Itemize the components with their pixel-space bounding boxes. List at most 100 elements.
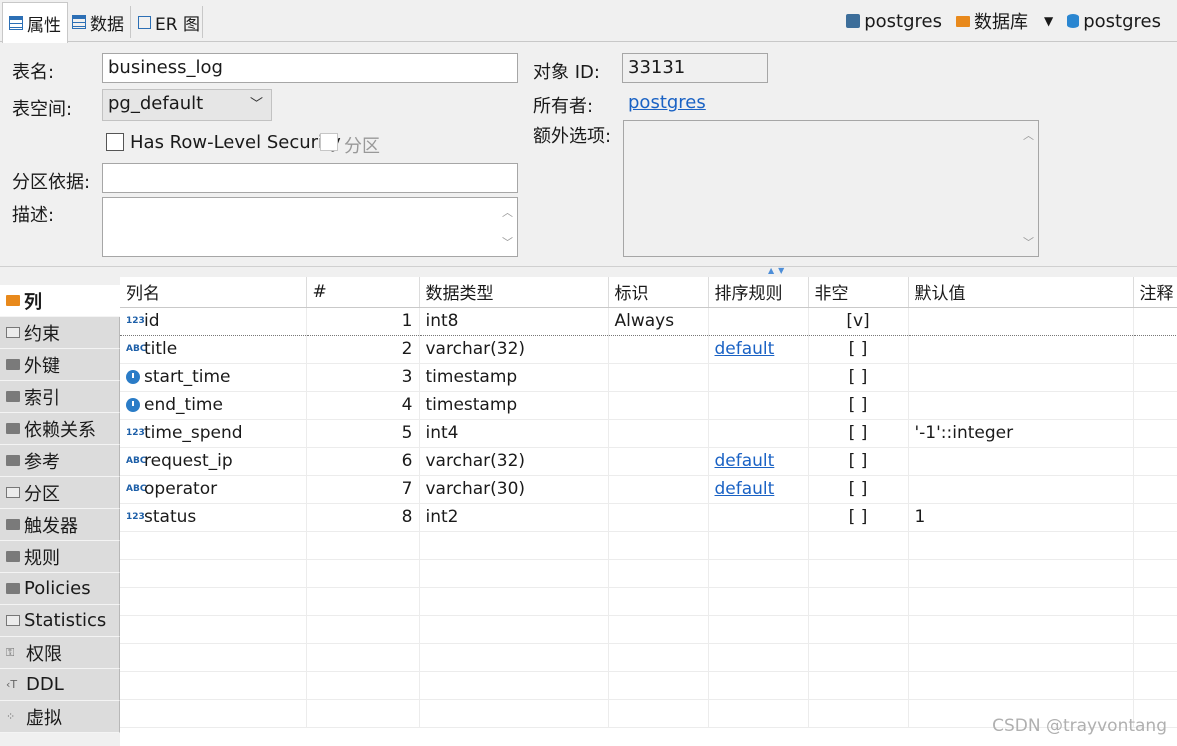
cell-data-type[interactable]: varchar(32) <box>419 335 609 364</box>
cell-comment[interactable] <box>1133 363 1177 392</box>
header-data-type[interactable]: 数据类型 <box>419 277 609 308</box>
partition-checkbox[interactable] <box>320 133 338 151</box>
cell-default[interactable] <box>908 475 1134 504</box>
panel-splitter[interactable] <box>0 266 1177 276</box>
tab-data[interactable]: 数据 <box>66 2 130 42</box>
cell-not-null[interactable]: [ ] <box>808 475 909 504</box>
cell-collation[interactable] <box>708 363 809 392</box>
side-tab-virtual[interactable]: ⁘ 虚拟 <box>0 701 120 733</box>
cell-identity[interactable] <box>608 503 709 532</box>
table-row[interactable]: 123time_spend 5 int4[ ] '-1'::integer <box>120 419 1177 448</box>
rls-checkbox[interactable] <box>106 133 124 151</box>
table-row[interactable]: ABCrequest_ip 6 varchar(32) default[ ] <box>120 447 1177 476</box>
header-column-name[interactable]: 列名 <box>120 277 307 308</box>
cell-identity[interactable] <box>608 363 709 392</box>
table-row[interactable] <box>120 671 1177 700</box>
side-tab-partitions[interactable]: 分区 <box>0 477 120 509</box>
partition-by-input[interactable] <box>102 163 518 193</box>
cell-not-null[interactable]: [ ] <box>808 503 909 532</box>
cell-not-null[interactable]: [ ] <box>808 363 909 392</box>
side-tab-foreign-keys[interactable]: 外键 <box>0 349 120 381</box>
cell-identity[interactable]: Always <box>608 306 709 336</box>
table-row[interactable]: 123id 1 int8 Always [v] <box>120 306 1177 336</box>
breadcrumb-database-folder[interactable]: 数据库 <box>956 8 1028 34</box>
cell-default[interactable] <box>908 447 1134 476</box>
cell-default[interactable]: '-1'::integer <box>908 419 1134 448</box>
cell-collation[interactable] <box>708 306 809 336</box>
side-tab-triggers[interactable]: 触发器 <box>0 509 120 541</box>
scroll-down-icon[interactable]: ﹀ <box>1023 234 1034 250</box>
splitter-arrows-icon[interactable]: ▲▼ <box>768 266 788 275</box>
cell-not-null[interactable]: [ ] <box>808 391 909 420</box>
tablespace-select[interactable]: pg_default ﹀ <box>102 89 272 121</box>
table-row[interactable]: ABCtitle 2 varchar(32) default[ ] <box>120 335 1177 364</box>
cell-identity[interactable] <box>608 419 709 448</box>
cell-not-null[interactable]: [ ] <box>808 447 909 476</box>
cell-column-name[interactable]: start_time <box>120 363 307 392</box>
header-not-null[interactable]: 非空 <box>808 277 909 308</box>
cell-collation[interactable] <box>708 419 809 448</box>
side-tab-columns[interactable]: 列 <box>0 285 120 317</box>
cell-data-type[interactable]: varchar(32) <box>419 447 609 476</box>
cell-comment[interactable] <box>1133 447 1177 476</box>
breadcrumb-database[interactable]: postgres <box>1067 11 1161 32</box>
tab-properties[interactable]: 属性 <box>2 2 68 43</box>
owner-link[interactable]: postgres <box>628 92 706 113</box>
cell-comment[interactable] <box>1133 503 1177 532</box>
header-comment[interactable]: 注释 <box>1133 277 1177 308</box>
cell-column-name[interactable]: end_time <box>120 391 307 420</box>
cell-collation[interactable]: default <box>708 335 809 364</box>
cell-not-null[interactable]: [ ] <box>808 335 909 364</box>
side-tab-policies[interactable]: Policies <box>0 573 120 605</box>
cell-identity[interactable] <box>608 391 709 420</box>
cell-collation[interactable] <box>708 503 809 532</box>
cell-comment[interactable] <box>1133 335 1177 364</box>
cell-comment[interactable] <box>1133 475 1177 504</box>
cell-collation[interactable] <box>708 391 809 420</box>
cell-default[interactable] <box>908 335 1134 364</box>
table-row[interactable] <box>120 531 1177 560</box>
cell-comment[interactable] <box>1133 419 1177 448</box>
table-name-input[interactable]: business_log <box>102 53 518 83</box>
side-tab-constraints[interactable]: 约束 <box>0 317 120 349</box>
cell-data-type[interactable]: int4 <box>419 419 609 448</box>
cell-column-name[interactable]: ABCrequest_ip <box>120 447 307 476</box>
cell-column-name[interactable]: ABCtitle <box>120 335 307 364</box>
table-row[interactable]: end_time 4 timestamp [ ] <box>120 391 1177 420</box>
table-row[interactable] <box>120 643 1177 672</box>
side-tab-indexes[interactable]: 索引 <box>0 381 120 413</box>
scroll-down-icon[interactable]: ﹀ <box>502 234 513 250</box>
table-row[interactable]: ABCoperator 7 varchar(30) default[ ] <box>120 475 1177 504</box>
dropdown-caret-icon[interactable]: ▼ <box>1044 14 1053 28</box>
collation-link[interactable]: default <box>715 451 775 471</box>
cell-data-type[interactable]: int8 <box>419 306 609 336</box>
side-tab-statistics[interactable]: Statistics <box>0 605 120 637</box>
header-ordinal[interactable]: # <box>306 277 420 308</box>
cell-default[interactable]: 1 <box>908 503 1134 532</box>
collation-link[interactable]: default <box>715 479 775 499</box>
cell-comment[interactable] <box>1133 391 1177 420</box>
cell-default[interactable] <box>908 363 1134 392</box>
cell-collation[interactable]: default <box>708 447 809 476</box>
header-identity[interactable]: 标识 <box>608 277 709 308</box>
cell-collation[interactable]: default <box>708 475 809 504</box>
cell-not-null[interactable]: [ ] <box>808 419 909 448</box>
cell-column-name[interactable]: 123id <box>120 306 307 336</box>
tab-er-diagram[interactable]: ER 图 <box>132 2 206 42</box>
side-tab-dependencies[interactable]: 依赖关系 <box>0 413 120 445</box>
cell-identity[interactable] <box>608 335 709 364</box>
cell-comment[interactable] <box>1133 306 1177 336</box>
table-row[interactable] <box>120 587 1177 616</box>
table-row[interactable] <box>120 559 1177 588</box>
cell-not-null[interactable]: [v] <box>808 306 909 336</box>
side-tab-rules[interactable]: 规则 <box>0 541 120 573</box>
side-tab-references[interactable]: 参考 <box>0 445 120 477</box>
scroll-up-icon[interactable]: ︿ <box>502 204 513 220</box>
table-row[interactable]: 123status 8 int2[ ] 1 <box>120 503 1177 532</box>
cell-data-type[interactable]: timestamp <box>419 391 609 420</box>
side-tab-ddl[interactable]: ‹T DDL <box>0 669 120 701</box>
breadcrumb-connection[interactable]: postgres <box>846 11 942 32</box>
cell-column-name[interactable]: ABCoperator <box>120 475 307 504</box>
description-scrollbar[interactable]: ︿ ﹀ <box>499 198 517 256</box>
cell-column-name[interactable]: 123time_spend <box>120 419 307 448</box>
